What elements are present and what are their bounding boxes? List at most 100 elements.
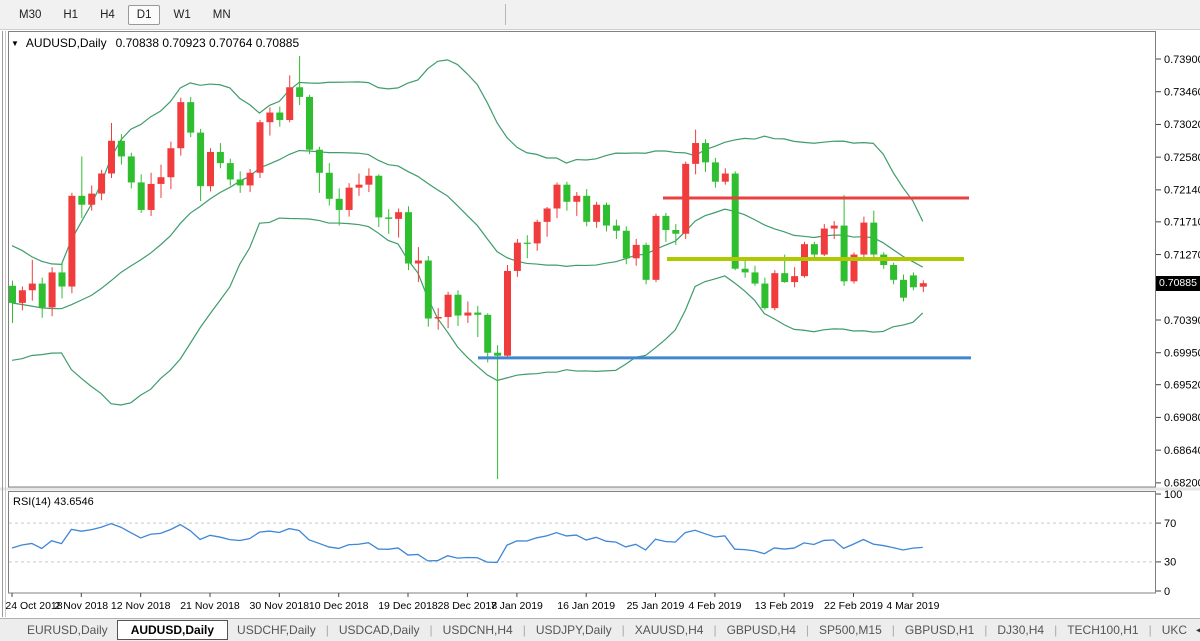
chart-ohlc-values: 0.70838 0.70923 0.70764 0.70885 (116, 36, 300, 50)
candle-body (455, 295, 462, 316)
candle-body (702, 143, 709, 162)
candle-body (494, 353, 501, 356)
date-tick-label: 30 Nov 2018 (250, 600, 310, 612)
tab-usdcnh-h4[interactable]: USDCNH,H4 (434, 621, 522, 639)
candle-body (9, 286, 16, 303)
candle-body (593, 205, 600, 222)
candle-body (900, 280, 907, 298)
tab-audusd-daily[interactable]: AUDUSD,Daily (117, 620, 228, 640)
candle-body (831, 226, 838, 229)
candle-body (890, 265, 897, 280)
tab-scroll-arrows: ◂▸ (1196, 625, 1200, 636)
candle-body (583, 196, 590, 222)
candle-body (227, 163, 234, 179)
candle-body (336, 199, 343, 210)
candle-body (356, 185, 363, 188)
candle-body (534, 222, 541, 244)
candle-body (445, 295, 452, 317)
candle-body (98, 174, 105, 194)
timeframe-button-mn[interactable]: MN (204, 5, 240, 25)
tab-usdchf-daily[interactable]: USDCHF,Daily (228, 621, 325, 639)
price-tick-label: 0.72140 (1164, 185, 1200, 197)
candle-body (148, 184, 155, 210)
timeframe-button-h1[interactable]: H1 (54, 5, 87, 25)
candle-body (167, 148, 174, 177)
candle-body (603, 205, 610, 226)
candle-body (712, 162, 719, 181)
tab-eurusd-daily[interactable]: EURUSD,Daily (18, 621, 117, 639)
timeframe-button-m30[interactable]: M30 (10, 5, 50, 25)
candle-body (187, 102, 194, 132)
candle-body (613, 226, 620, 231)
candle-body (910, 275, 917, 287)
candle-body (474, 313, 481, 315)
chart-title: ▼ AUDUSD,Daily 0.70838 0.70923 0.70764 0… (11, 36, 299, 50)
rsi-indicator-label: RSI(14) 43.6546 (13, 496, 94, 508)
tab-gbpusd-h1[interactable]: GBPUSD,H1 (896, 621, 983, 639)
candle-body (554, 185, 561, 209)
candle-body (237, 179, 244, 185)
current-price-badge: 0.70885 (1156, 276, 1200, 291)
candle-body (623, 231, 630, 259)
candle-body (781, 273, 788, 282)
candle-body (405, 212, 412, 263)
candle-body (207, 152, 214, 186)
mt4-chart-window: M30H1H4D1W1MN 0.739000.734600.730200.725… (0, 0, 1200, 641)
candle-body (811, 244, 818, 254)
date-tick-label: 4 Feb 2019 (688, 600, 741, 612)
candle-body (346, 188, 353, 210)
tab-dj30-h4[interactable]: DJ30,H4 (988, 621, 1053, 639)
candle-body (870, 223, 877, 255)
candle-body (306, 97, 313, 150)
tab-scroll-left-icon[interactable]: ◂ (1196, 625, 1200, 636)
candle-body (415, 261, 422, 264)
timeframe-button-d1[interactable]: D1 (128, 5, 161, 25)
date-tick-label: 10 Dec 2018 (309, 600, 369, 612)
candle-body (19, 290, 26, 303)
pane-splitter[interactable] (0, 488, 1200, 491)
tab-gbpusd-h4[interactable]: GBPUSD,H4 (718, 621, 805, 639)
candle-body (573, 196, 580, 202)
chart-plot-area[interactable]: 0.739000.734600.730200.725800.721400.717… (0, 0, 1200, 641)
candle-body (88, 194, 95, 205)
timeframe-button-h4[interactable]: H4 (91, 5, 124, 25)
date-tick-label: 22 Feb 2019 (824, 600, 883, 612)
chart-symbol-label: AUDUSD,Daily (26, 36, 107, 50)
timeframe-button-w1[interactable]: W1 (164, 5, 199, 25)
price-tick-label: 0.69520 (1164, 379, 1200, 391)
candle-body (633, 245, 640, 258)
candle-body (722, 174, 729, 182)
rsi-tick-label: 30 (1164, 557, 1176, 569)
candle-body (108, 141, 115, 174)
tab-ukc[interactable]: UKC (1153, 621, 1196, 639)
candle-body (841, 226, 848, 282)
rsi-tick-label: 0 (1164, 586, 1170, 598)
candle-body (484, 315, 491, 353)
date-tick-label: 2 Nov 2018 (54, 600, 108, 612)
candle-body (247, 173, 254, 186)
candle-body (791, 276, 798, 282)
candle-body (128, 156, 135, 182)
tab-tech100-h1[interactable]: TECH100,H1 (1058, 621, 1147, 639)
date-tick-label: 4 Mar 2019 (886, 600, 939, 612)
candle-body (395, 212, 402, 219)
candle-body (504, 271, 511, 356)
candle-body (920, 283, 927, 286)
price-tick-label: 0.73900 (1164, 54, 1200, 66)
tab-usdjpy-daily[interactable]: USDJPY,Daily (527, 621, 621, 639)
date-tick-label: 13 Feb 2019 (755, 600, 814, 612)
candle-body (197, 133, 204, 187)
date-tick-label: 12 Nov 2018 (111, 600, 171, 612)
date-tick-label: 19 Dec 2018 (378, 600, 438, 612)
price-tick-label: 0.69080 (1164, 412, 1200, 424)
tab-sp500-m15[interactable]: SP500,M15 (810, 621, 891, 639)
candle-body (742, 269, 749, 273)
tab-xauusd-h4[interactable]: XAUUSD,H4 (626, 621, 713, 639)
tab-usdcad-daily[interactable]: USDCAD,Daily (330, 621, 429, 639)
toolbar-separator (505, 4, 506, 25)
candle-body (177, 102, 184, 148)
date-tick-label: 25 Jan 2019 (627, 600, 685, 612)
candle-body (672, 230, 679, 234)
date-tick-label: 28 Dec 2018 (438, 600, 498, 612)
candle-body (653, 216, 660, 280)
